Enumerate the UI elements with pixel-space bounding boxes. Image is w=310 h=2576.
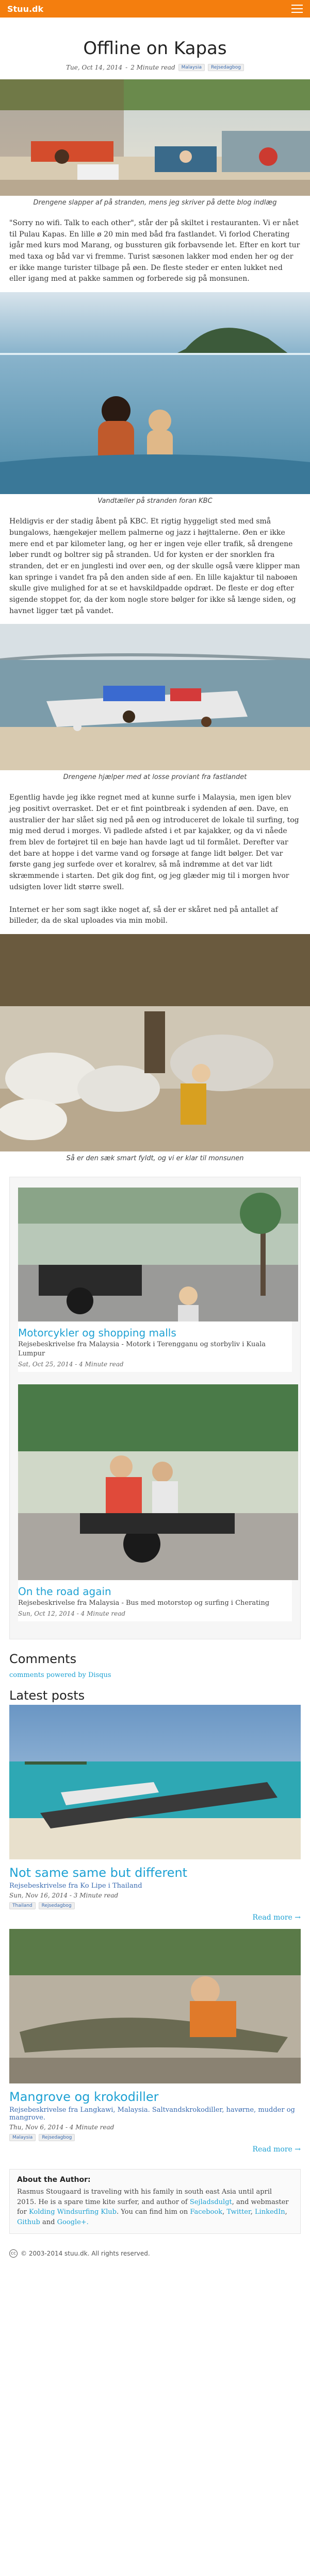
related-post-card[interactable]: Motorcykler og shopping malls Rejsebeskr… xyxy=(18,1187,298,1372)
related-post-1-sub: Rejsebeskrivelse fra Malaysia - Motork i… xyxy=(18,1340,266,1358)
creative-commons-icon: cc xyxy=(9,2249,18,2258)
latest-post-1-meta: Sun, Nov 16, 2014 - 3 Minute read xyxy=(9,1892,119,1900)
facebook-link[interactable]: Facebook xyxy=(190,2208,222,2216)
related-post-2-image xyxy=(18,1384,298,1581)
post-date: Tue, Oct 14, 2014 xyxy=(66,64,123,71)
sandbags-image xyxy=(0,934,310,1151)
sejlads-link[interactable]: Sejladsdulgt xyxy=(190,2198,232,2206)
boat-unloading-photo xyxy=(0,624,310,771)
hamburger-menu-icon[interactable] xyxy=(291,5,303,13)
tag-malaysia[interactable]: Malaysia xyxy=(178,64,205,71)
disqus-link[interactable]: comments powered by Disqus xyxy=(0,1668,310,1683)
latest-post-2-meta: Thu, Nov 6, 2014 - 4 Minute read xyxy=(9,2124,115,2131)
caption-1: Drengene slapper af på stranden, mens je… xyxy=(33,199,277,207)
caption-4: Så er den sæk smart fyldt, og vi er klar… xyxy=(66,1154,244,1162)
twitter-link[interactable]: Twitter xyxy=(226,2208,250,2216)
author-text: Rasmus Stougaard is traveling with his f… xyxy=(17,2188,289,2226)
github-link[interactable]: Github xyxy=(17,2218,40,2226)
post-paragraph-4: Internet er her som sagt ikke noget af, … xyxy=(9,905,278,925)
latest-post-2-sub: Rejsebeskrivelse fra Langkawi, Malaysia.… xyxy=(9,2106,295,2122)
caption-3: Drengene hjælper med at losse proviant f… xyxy=(63,773,247,782)
googleplus-link[interactable]: Google+. xyxy=(57,2218,89,2226)
latest-post-1-image xyxy=(9,1705,301,1860)
latest-post-1-sub: Rejsebeskrivelse fra Ko Lipe i Thailand xyxy=(9,1882,142,1890)
latest-post-2-image xyxy=(9,1929,301,2084)
related-post-2-title[interactable]: On the road again xyxy=(18,1582,292,1599)
footer: cc © 2003-2014 stuu.dk. All rights reser… xyxy=(0,2242,310,2270)
latest-posts-heading: Latest posts xyxy=(9,1688,85,1703)
read-more-link[interactable]: Read more → xyxy=(9,2144,301,2154)
latest-post-1-tags: Thailand Rejsedagbog xyxy=(9,1901,301,1912)
beach-restaurant-image xyxy=(0,79,310,196)
site-logo[interactable]: Stuu.dk xyxy=(7,4,43,14)
author-heading: About the Author: xyxy=(17,2176,91,2184)
latest-post: Mangrove og krokodiller Rejsebeskrivelse… xyxy=(0,1929,310,2161)
footer-copyright: © 2003-2014 stuu.dk. All rights reserved… xyxy=(21,2250,150,2258)
related-post-1-title[interactable]: Motorcykler og shopping malls xyxy=(18,1324,292,1340)
tag-thailand[interactable]: Thailand xyxy=(9,1902,36,1910)
post-meta: Tue, Oct 14, 2014 - 2 Minute read Malays… xyxy=(10,64,300,71)
related-posts: Motorcykler og shopping malls Rejsebeskr… xyxy=(9,1176,301,1640)
tag-rejsedagbog[interactable]: Rejsedagbog xyxy=(38,1902,75,1910)
tag-rejsedagbog[interactable]: Rejsedagbog xyxy=(39,2134,75,2142)
caption-2: Vandtæller på stranden foran KBC xyxy=(97,497,213,505)
boat-unloading-image xyxy=(0,624,310,771)
read-more-link[interactable]: Read more → xyxy=(9,1912,301,1922)
latest-post-2-title[interactable]: Mangrove og krokodiller xyxy=(9,2086,301,2106)
snorkeling-image xyxy=(0,292,310,495)
snorkeling-photo xyxy=(0,292,310,495)
latest-post: Not same same but different Rejsebeskriv… xyxy=(0,1705,310,1929)
related-post-2-meta: Sun, Oct 12, 2014 - 4 Minute read xyxy=(18,1610,126,1618)
beach-restaurant-photo xyxy=(0,79,310,196)
comments-heading: Comments xyxy=(9,1652,77,1667)
author-box: About the Author: Rasmus Stougaard is tr… xyxy=(9,2169,301,2234)
sandbags-photo xyxy=(0,934,310,1151)
post-readtime: 2 Minute read xyxy=(130,64,175,71)
tag-rejsedagbog[interactable]: Rejsedagbog xyxy=(207,64,244,71)
latest-post-2-tags: Malaysia Rejsedagbog xyxy=(9,2133,301,2144)
page-title: Offline on Kapas xyxy=(83,38,227,59)
post-paragraph-2: Heldigvis er der stadig åbent på KBC. Et… xyxy=(9,517,300,615)
post-header: Offline on Kapas Tue, Oct 14, 2014 - 2 M… xyxy=(0,18,310,79)
related-post-1-image xyxy=(18,1187,298,1321)
tag-malaysia[interactable]: Malaysia xyxy=(9,2134,36,2142)
latest-post-1-title[interactable]: Not same same but different xyxy=(9,1861,301,1882)
related-post-1-meta: Sat, Oct 25, 2014 - 4 Minute read xyxy=(18,1361,124,1368)
related-post-2-sub: Rejsebeskrivelse fra Malaysia - Bus med … xyxy=(18,1599,270,1607)
post-paragraph-3: Egentlig havde jeg ikke regnet med at ku… xyxy=(9,793,299,891)
post-paragraph-1: "Sorry no wifi. Talk to each other", stå… xyxy=(9,219,300,283)
top-nav-bar: Stuu.dk xyxy=(0,0,310,18)
linkedin-link[interactable]: LinkedIn xyxy=(255,2208,285,2216)
kolding-link[interactable]: Kolding Windsurfing Klub xyxy=(29,2208,117,2216)
related-post-card[interactable]: On the road again Rejsebeskrivelse fra M… xyxy=(18,1384,298,1622)
